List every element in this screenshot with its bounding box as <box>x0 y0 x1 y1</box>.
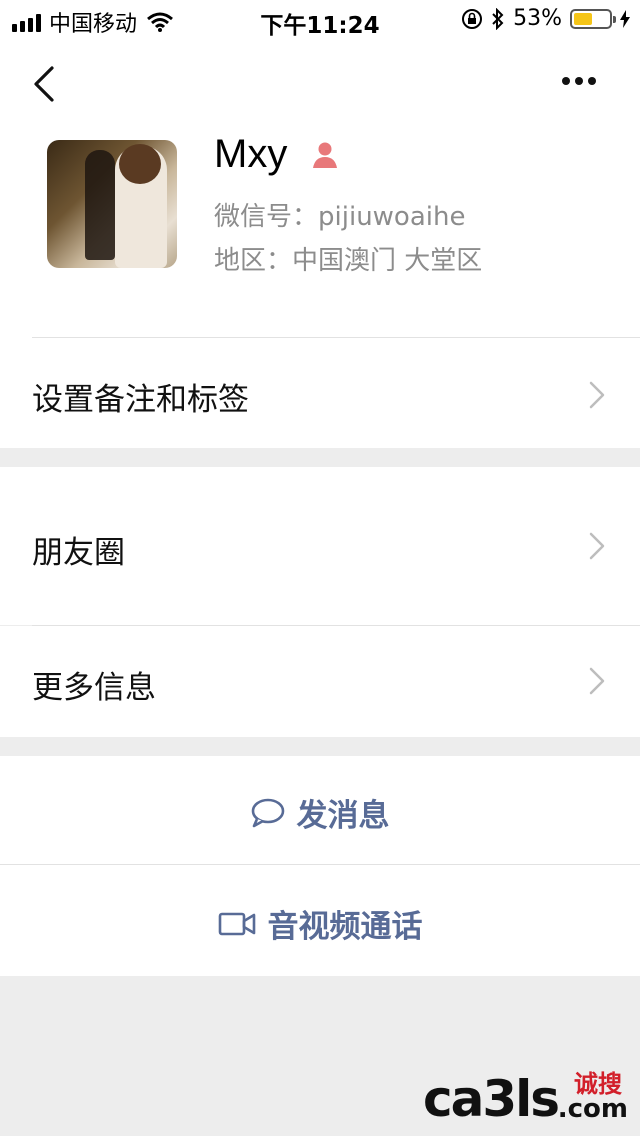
bluetooth-icon <box>492 7 504 30</box>
status-bar: 中国移动 下午11:24 53% <box>0 0 640 40</box>
more-dots-icon[interactable] <box>562 70 606 96</box>
watermark-domain: .com <box>557 1094 628 1124</box>
region-value: 中国澳门 大堂区 <box>292 246 483 276</box>
chat-bubble-icon <box>251 798 284 827</box>
remark-tags-label: 设置备注和标签 <box>32 382 249 418</box>
send-message-button[interactable]: 发消息 <box>0 756 640 864</box>
chevron-left-icon[interactable] <box>30 62 70 106</box>
avatar[interactable] <box>47 140 177 268</box>
charging-icon <box>620 9 630 28</box>
more-info-label: 更多信息 <box>32 670 156 706</box>
video-call-button[interactable]: 音视频通话 <box>0 865 640 976</box>
chevron-right-icon <box>589 532 605 560</box>
chevron-right-icon <box>589 667 605 695</box>
video-camera-icon <box>218 912 255 935</box>
moments-label: 朋友圈 <box>32 535 125 571</box>
battery-icon <box>570 8 616 29</box>
region-label: 地区： <box>214 246 293 276</box>
profile-name: Mxy <box>214 132 288 176</box>
more-info-row[interactable]: 更多信息 <box>0 626 640 737</box>
battery-percent: 53% <box>513 6 562 31</box>
region-line: 地区：中国澳门 大堂区 <box>214 240 482 277</box>
remark-tags-row[interactable]: 设置备注和标签 <box>0 338 640 448</box>
wechat-id-label: 微信号： <box>214 202 319 232</box>
watermark-main: ca3ls <box>423 1070 560 1128</box>
video-call-label: 音视频通话 <box>267 909 423 945</box>
wechat-id-value: pijiuwoaihe <box>318 202 466 232</box>
orientation-lock-icon <box>462 8 483 29</box>
wechat-id-line: 微信号：pijiuwoaihe <box>214 196 465 233</box>
moments-row[interactable]: 朋友圈 <box>0 467 640 625</box>
nav-bar <box>0 40 640 130</box>
send-message-label: 发消息 <box>296 798 390 834</box>
chevron-right-icon <box>589 381 605 409</box>
female-user-icon <box>313 142 337 168</box>
profile-card: Mxy 微信号：pijiuwoaihe 地区：中国澳门 大堂区 <box>0 130 640 338</box>
watermark-logo: ca3ls 诚搜 .com <box>423 1068 628 1128</box>
